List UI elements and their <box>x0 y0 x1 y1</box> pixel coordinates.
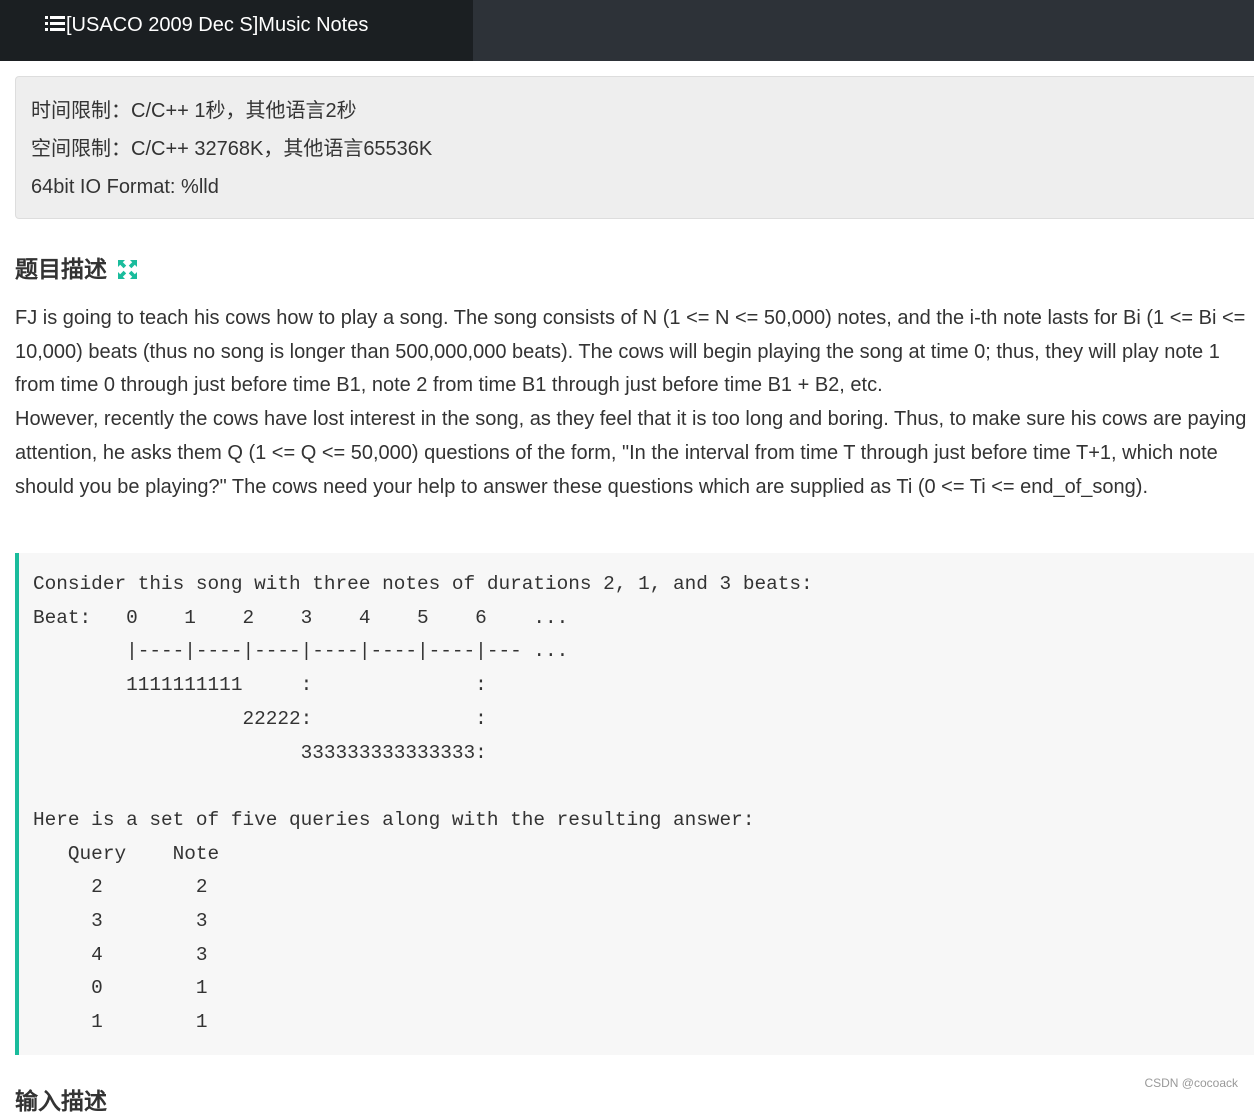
example-text: Consider this song with three notes of d… <box>33 573 813 1034</box>
example-block: Consider this song with three notes of d… <box>15 553 1254 1055</box>
description-paragraph-2: However, recently the cows have lost int… <box>15 408 1247 498</box>
time-limit: 时间限制：C/C++ 1秒，其他语言2秒 <box>31 100 357 122</box>
problem-description: FJ is going to teach his cows how to pla… <box>15 302 1254 504</box>
io-format: 64bit IO Format: %lld <box>31 176 219 198</box>
limits-panel: 时间限制：C/C++ 1秒，其他语言2秒 空间限制：C/C++ 32768K，其… <box>15 76 1254 219</box>
list-icon <box>45 16 65 31</box>
section-heading-input: 输入描述 <box>15 1088 107 1114</box>
expand-icon[interactable] <box>118 260 137 279</box>
section-heading-description: 题目描述 <box>15 256 107 282</box>
space-limit: 空间限制：C/C++ 32768K，其他语言65536K <box>31 138 433 160</box>
description-paragraph-1: FJ is going to teach his cows how to pla… <box>15 307 1246 397</box>
problem-tab[interactable]: [USACO 2009 Dec S]Music Notes <box>0 0 473 61</box>
top-bar: [USACO 2009 Dec S]Music Notes <box>0 0 1254 61</box>
watermark: CSDN @cocoack <box>1144 1076 1238 1090</box>
problem-title: [USACO 2009 Dec S]Music Notes <box>66 14 369 36</box>
